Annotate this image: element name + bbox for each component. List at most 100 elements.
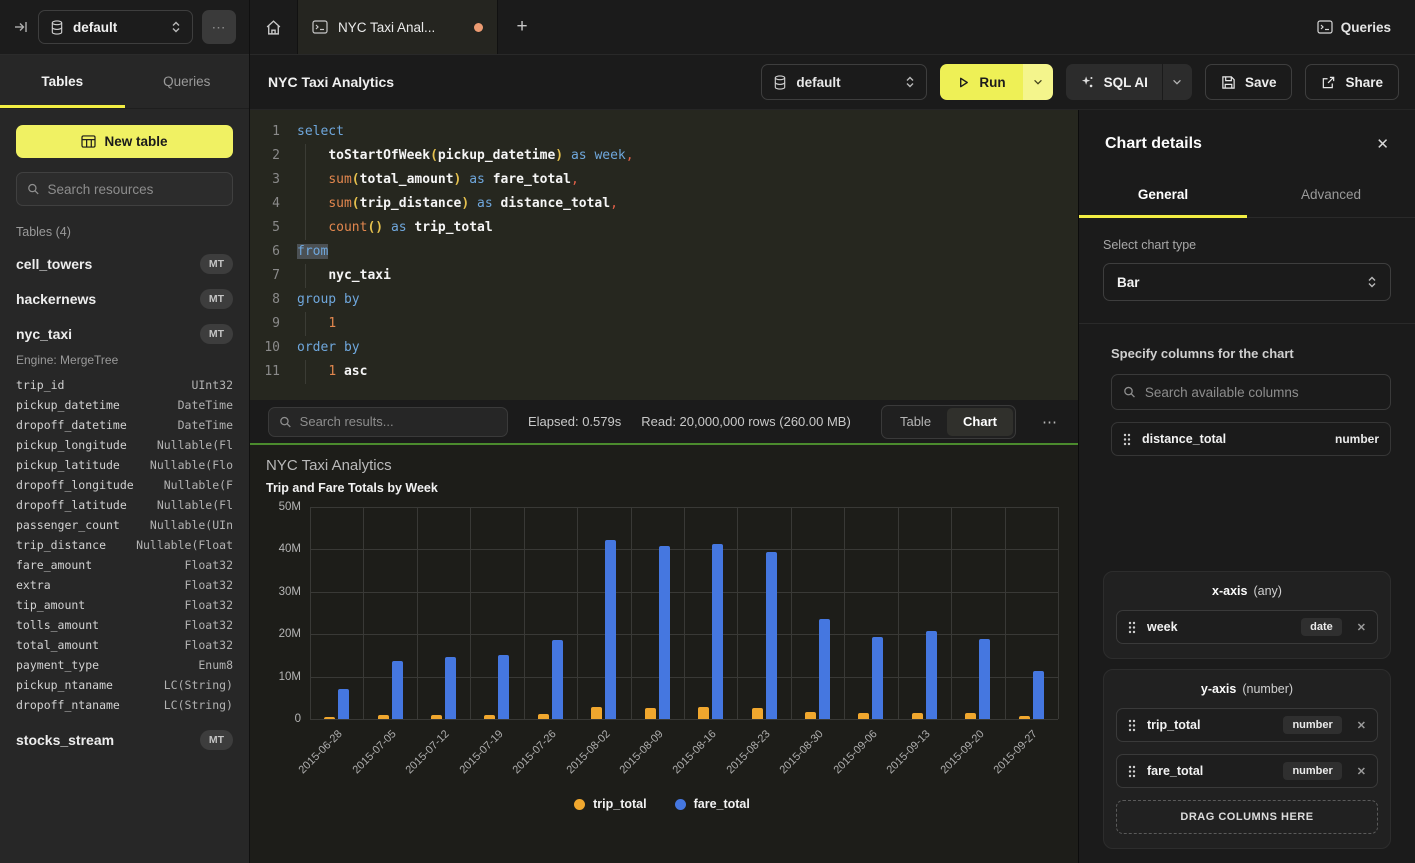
query-database-selector[interactable]: default (761, 64, 927, 100)
table-column-row: dropoff_latitude Nullable(Fl (16, 495, 233, 515)
chart-details-panel: Chart details ✕ General Advanced Select … (1078, 110, 1415, 863)
query-tab[interactable]: NYC Taxi Anal... (297, 0, 498, 54)
table-column-row: dropoff_longitudeNullable(F (16, 475, 233, 495)
column-chip-fare_total[interactable]: fare_totalnumber✕ (1116, 754, 1378, 788)
drag-handle-icon[interactable] (1128, 621, 1136, 634)
bar-group (470, 507, 523, 719)
drag-columns-drop-zone[interactable]: DRAG COLUMNS HERE (1116, 800, 1378, 834)
code-line[interactable]: 10order by (258, 336, 1078, 360)
bar-fare_total (1033, 671, 1044, 719)
column-chip-distance_total[interactable]: distance_totalnumber (1111, 422, 1391, 456)
sql-editor[interactable]: 1select2 toStartOfWeek(pickup_datetime) … (250, 110, 1078, 400)
column-type: Nullable(Fl (157, 495, 233, 515)
column-chip-week[interactable]: weekdate✕ (1116, 610, 1378, 644)
columns-search-input[interactable] (1145, 385, 1379, 400)
column-chip-trip_total[interactable]: trip_totalnumber✕ (1116, 708, 1378, 742)
tab-queries[interactable]: Queries (125, 55, 250, 108)
run-button[interactable]: Run (940, 64, 1022, 100)
resource-search-input[interactable] (48, 182, 222, 197)
code-line[interactable]: 9 1 (258, 312, 1078, 336)
bar-group (1004, 507, 1057, 719)
remove-column-icon[interactable]: ✕ (1357, 719, 1366, 732)
code-text: toStartOfWeek(pickup_datetime) as week, (297, 148, 634, 163)
tab-tables[interactable]: Tables (0, 55, 125, 108)
line-number: 9 (258, 312, 280, 336)
sidebar-collapse-button[interactable] (13, 19, 29, 35)
code-line[interactable]: 4 sum(trip_distance) as distance_total, (258, 192, 1078, 216)
results-search-input[interactable] (300, 414, 497, 429)
database-selector[interactable]: default (38, 10, 193, 44)
column-name: dropoff_latitude (16, 495, 127, 515)
y-axis-heading: y-axis(number) (1116, 682, 1378, 696)
x-axis-tick: 2015-08-30 (791, 719, 844, 795)
column-type: Nullable(Float (136, 535, 233, 555)
terminal-icon (312, 20, 328, 34)
chart-section: NYC Taxi Analytics Trip and Fare Totals … (250, 443, 1078, 863)
tab-general[interactable]: General (1079, 174, 1247, 217)
remove-column-icon[interactable]: ✕ (1357, 765, 1366, 778)
chart-type-value: Bar (1117, 275, 1140, 290)
drag-handle-icon[interactable] (1128, 719, 1136, 732)
code-line[interactable]: 6from (258, 240, 1078, 264)
columns-search[interactable] (1111, 374, 1391, 410)
chart-type-selector[interactable]: Bar (1103, 263, 1391, 301)
new-table-button[interactable]: New table (16, 125, 233, 158)
content-row: 1select2 toStartOfWeek(pickup_datetime) … (250, 110, 1415, 863)
share-button[interactable]: Share (1305, 64, 1399, 100)
legend-item[interactable]: fare_total (675, 797, 750, 811)
table-row[interactable]: cell_towersMT (16, 254, 233, 274)
y-axis-hint: (number) (1242, 682, 1293, 696)
drag-handle-icon[interactable] (1123, 433, 1131, 446)
code-line[interactable]: 8group by (258, 288, 1078, 312)
table-row[interactable]: nyc_taxiMT (16, 324, 233, 344)
x-axis-tick: 2015-08-09 (631, 719, 684, 795)
view-table-button[interactable]: Table (884, 408, 947, 436)
bar-fare_total (338, 689, 349, 719)
view-chart-button[interactable]: Chart (947, 408, 1013, 436)
tab-advanced[interactable]: Advanced (1247, 174, 1415, 217)
line-number: 2 (258, 144, 280, 168)
sql-ai-button-group: SQL AI (1066, 64, 1192, 100)
chevron-down-icon (1172, 79, 1182, 85)
code-line[interactable]: 2 toStartOfWeek(pickup_datetime) as week… (258, 144, 1078, 168)
new-tab-button[interactable]: + (498, 0, 546, 54)
chart-details-title: Chart details (1105, 135, 1202, 153)
table-name: stocks_stream (16, 732, 114, 748)
column-name: tolls_amount (16, 615, 99, 635)
queries-icon (1317, 20, 1333, 34)
x-axis-tick: 2015-07-19 (470, 719, 523, 795)
table-icon (81, 135, 96, 148)
table-row[interactable]: stocks_streamMT (16, 730, 233, 750)
code-line[interactable]: 3 sum(total_amount) as fare_total, (258, 168, 1078, 192)
drag-handle-icon[interactable] (1128, 765, 1136, 778)
run-label: Run (979, 75, 1005, 90)
column-type: Nullable(F (164, 475, 233, 495)
remove-column-icon[interactable]: ✕ (1357, 621, 1366, 634)
home-button[interactable] (250, 0, 297, 54)
x-axis-hint: (any) (1253, 584, 1281, 598)
code-line[interactable]: 7 nyc_taxi (258, 264, 1078, 288)
code-line[interactable]: 5 count() as trip_total (258, 216, 1078, 240)
queries-button[interactable]: Queries (1317, 0, 1391, 54)
sql-ai-button[interactable]: SQL AI (1066, 64, 1162, 100)
table-row[interactable]: hackernewsMT (16, 289, 233, 309)
sidebar-more-button[interactable]: ⋯ (202, 10, 236, 44)
code-line[interactable]: 1select (258, 120, 1078, 144)
close-panel-icon[interactable]: ✕ (1376, 135, 1389, 153)
run-options-button[interactable] (1023, 64, 1053, 100)
save-button[interactable]: Save (1205, 64, 1293, 100)
column-type: Float32 (185, 555, 233, 575)
results-search[interactable] (268, 407, 508, 437)
legend-item[interactable]: trip_total (574, 797, 646, 811)
y-axis-tick: 30M (279, 586, 301, 598)
sidebar-topbar: default ⋯ (0, 0, 249, 55)
sql-ai-options-button[interactable] (1162, 64, 1192, 100)
column-name: payment_type (16, 655, 99, 675)
code-line[interactable]: 11 1 asc (258, 360, 1078, 384)
table-column-row: extraFloat32 (16, 575, 233, 595)
results-more-button[interactable]: ⋯ (1036, 413, 1064, 431)
table-column-row: tolls_amountFloat32 (16, 615, 233, 635)
x-axis-tick: 2015-08-02 (577, 719, 630, 795)
view-toggle: Table Chart (881, 405, 1016, 439)
resource-search[interactable] (16, 172, 233, 206)
